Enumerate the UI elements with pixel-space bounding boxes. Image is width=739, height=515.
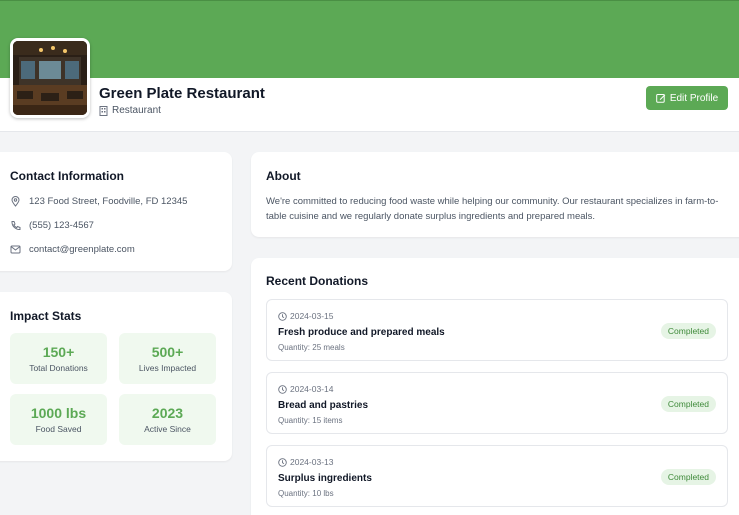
- recent-donations-title: Recent Donations: [266, 274, 369, 288]
- donation-title: Surplus ingredients: [278, 473, 372, 484]
- donation-title: Fresh produce and prepared meals: [278, 327, 445, 338]
- clock-icon: [278, 457, 287, 467]
- building-icon: [99, 105, 108, 116]
- restaurant-avatar: [10, 38, 90, 118]
- contact-phone-row: (555) 123-4567: [10, 220, 94, 231]
- about-text: We're committed to reducing food waste w…: [266, 196, 719, 222]
- donation-quantity: Quantity: 25 meals: [278, 343, 345, 352]
- donation-item[interactable]: 2024-03-15 Fresh produce and prepared me…: [266, 299, 728, 361]
- donation-item[interactable]: 2024-03-13 Surplus ingredients Quantity:…: [266, 445, 728, 507]
- stat-lives-impacted: 500+ Lives Impacted: [119, 333, 216, 384]
- contact-address-row: 123 Food Street, Foodville, FD 12345: [10, 196, 187, 207]
- status-badge: Completed: [660, 323, 716, 339]
- about-title: About: [266, 169, 301, 183]
- map-pin-icon: [11, 196, 20, 207]
- donation-date: 2024-03-15: [278, 311, 333, 321]
- stat-value: 1000 lbs: [30, 405, 87, 421]
- status-badge: Completed: [660, 396, 716, 412]
- restaurant-type: Restaurant: [99, 105, 161, 116]
- stat-value: 150+: [42, 344, 75, 360]
- donation-date-text: 2024-03-13: [290, 457, 334, 467]
- donation-quantity: Quantity: 15 items: [278, 416, 343, 425]
- edit-icon: [656, 94, 666, 103]
- donation-date: 2024-03-13: [278, 457, 333, 467]
- stat-active-since: 2023 Active Since: [119, 394, 216, 445]
- contact-title: Contact Information: [10, 169, 124, 183]
- stat-label: Total Donations: [29, 363, 88, 373]
- donation-item[interactable]: 2024-03-14 Bread and pastries Quantity: …: [266, 372, 728, 434]
- clock-icon: [278, 384, 287, 394]
- donation-date-text: 2024-03-14: [290, 384, 334, 394]
- donation-date: 2024-03-14: [278, 384, 333, 394]
- phone-icon: [11, 221, 21, 231]
- stat-label: Active Since: [144, 424, 191, 434]
- stat-label: Food Saved: [35, 424, 82, 434]
- clock-icon: [278, 311, 287, 321]
- edit-profile-label: Edit Profile: [669, 92, 719, 104]
- status-badge: Completed: [660, 469, 716, 485]
- stat-label: Lives Impacted: [138, 363, 197, 373]
- contact-phone: (555) 123-4567: [29, 220, 94, 231]
- stat-food-saved: 1000 lbs Food Saved: [10, 394, 107, 445]
- contact-email[interactable]: contact@greenplate.com: [29, 244, 135, 255]
- donation-date-text: 2024-03-15: [290, 311, 334, 321]
- donation-title: Bread and pastries: [278, 400, 369, 411]
- edit-profile-button[interactable]: Edit Profile: [646, 86, 728, 110]
- contact-card: Contact Information 123 Food Street, Foo…: [0, 152, 232, 271]
- cover-banner: [0, 0, 739, 78]
- impact-stats-card: Impact Stats 150+ Total Donations 500+ L…: [0, 292, 232, 461]
- stat-value: 500+: [151, 344, 184, 360]
- contact-address: 123 Food Street, Foodville, FD 12345: [29, 196, 188, 207]
- restaurant-type-label: Restaurant: [112, 105, 161, 116]
- recent-donations-card: Recent Donations 2024-03-15 Fresh produc…: [251, 258, 739, 515]
- donation-quantity: Quantity: 10 lbs: [278, 489, 334, 498]
- contact-email-row: contact@greenplate.com: [10, 244, 135, 255]
- about-card: About We're committed to reducing food w…: [251, 152, 739, 237]
- mail-icon: [10, 245, 21, 254]
- restaurant-name: Green Plate Restaurant: [99, 85, 265, 102]
- stat-value: 2023: [151, 405, 184, 421]
- impact-title: Impact Stats: [10, 309, 82, 323]
- stat-total-donations: 150+ Total Donations: [10, 333, 107, 384]
